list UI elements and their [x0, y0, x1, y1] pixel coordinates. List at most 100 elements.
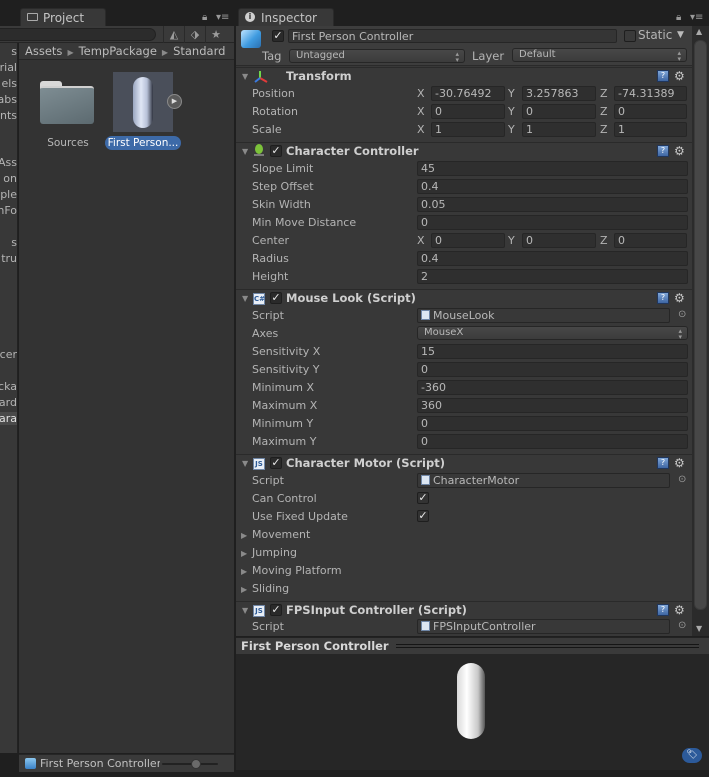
gear-icon[interactable]: ⚙ [674, 70, 685, 82]
help-book-icon[interactable]: ? [657, 604, 669, 616]
tree-item[interactable]: s [11, 236, 17, 249]
tree-item[interactable]: cka [0, 380, 17, 393]
tree-item[interactable]: nFo [0, 204, 17, 217]
foldout-collapsed-icon[interactable]: ▶ [241, 549, 247, 558]
object-picker-icon[interactable]: ⊙ [678, 309, 686, 320]
tree-item[interactable]: icer [0, 348, 17, 361]
gear-icon[interactable]: ⚙ [674, 457, 685, 469]
tree-item[interactable]: dard [0, 396, 17, 409]
undefined-z-field[interactable]: 1 [614, 122, 687, 137]
enabled-checkbox[interactable]: ✓ [270, 604, 282, 616]
sensitivity-x-field[interactable]: 15 [417, 344, 688, 359]
maximum-x-field[interactable]: 360 [417, 398, 688, 413]
skin-width-field[interactable]: 0.05 [417, 197, 688, 212]
min-move-distance-field[interactable]: 0 [417, 215, 688, 230]
character-controller-header[interactable]: ▼ ✓ Character Controller ? ⚙ [236, 142, 692, 160]
tree-item[interactable]: abs [0, 93, 17, 106]
transform-header[interactable]: ▼ Transform ? ⚙ [236, 67, 692, 85]
tree-item[interactable]: Ass [0, 156, 17, 169]
tab-project[interactable]: Project [20, 8, 106, 27]
tree-item[interactable]: s [11, 45, 17, 58]
help-book-icon[interactable]: ? [657, 292, 669, 304]
tree-item[interactable]: nts [0, 109, 17, 122]
slope-limit-field[interactable]: 45 [417, 161, 688, 176]
mouse-look-header[interactable]: ▼ C# ✓ Mouse Look (Script) ? ⚙ [236, 289, 692, 307]
foldout-collapsed-icon[interactable]: ▶ [241, 585, 247, 594]
undefined-x-field[interactable]: 0 [431, 104, 505, 119]
foldout-collapsed-icon[interactable]: ▶ [241, 531, 247, 540]
foldout-collapsed-icon[interactable]: ▶ [241, 567, 247, 576]
zoom-slider[interactable] [162, 759, 218, 769]
zoom-slider-thumb[interactable] [190, 759, 201, 769]
axes-dropdown[interactable]: MouseX ▴ ▾ [417, 326, 688, 341]
foldout-expanded-icon[interactable]: ▼ [242, 294, 248, 303]
script-object-field[interactable]: FPSInputController [417, 619, 670, 634]
tab-inspector[interactable]: i Inspector [238, 8, 334, 27]
help-book-icon[interactable]: ? [657, 70, 669, 82]
panel-menu-icon[interactable]: ▾≡ [216, 12, 229, 23]
tree-item[interactable]: els [1, 77, 17, 90]
scroll-down-arrow-icon[interactable]: ▼ [696, 624, 702, 633]
preview-viewport[interactable]: 🏷︎ [236, 654, 709, 770]
enabled-checkbox[interactable]: ✓ [270, 145, 282, 157]
gear-icon[interactable]: ⚙ [674, 604, 685, 616]
undefined-x-field[interactable]: -30.76492 [431, 86, 505, 101]
foldout-moving-platform[interactable]: Moving Platform [252, 564, 342, 577]
character-motor-header[interactable]: ▼ JS ✓ Character Motor (Script) ? ⚙ [236, 454, 692, 472]
undefined-y-field[interactable]: 1 [522, 122, 596, 137]
asset-labels-tag-icon[interactable]: 🏷︎ [682, 748, 702, 763]
help-book-icon[interactable]: ? [657, 145, 669, 157]
scroll-up-arrow-icon[interactable]: ▲ [696, 27, 702, 36]
filter-by-label-icon[interactable]: ⬗ [184, 26, 205, 43]
asset-sources[interactable] [39, 81, 95, 125]
foldout-expanded-icon[interactable]: ▼ [242, 606, 248, 615]
undefined-y-field[interactable]: 0 [522, 104, 596, 119]
undefined-y-field[interactable]: 0 [522, 233, 596, 248]
asset-first-person-controller[interactable] [113, 72, 173, 132]
help-book-icon[interactable]: ? [657, 457, 669, 469]
undefined-y-field[interactable]: 3.257863 [522, 86, 596, 101]
use-fixed-update-checkbox[interactable]: ✓ [417, 510, 429, 522]
static-checkbox[interactable] [624, 30, 636, 42]
lock-icon[interactable]: 🔒︎ [676, 12, 681, 23]
layer-dropdown[interactable]: Default ▴ ▾ [512, 48, 687, 63]
tree-item[interactable]: tru [1, 252, 17, 265]
sensitivity-y-field[interactable]: 0 [417, 362, 688, 377]
breadcrumb-item[interactable]: TempPackage [79, 44, 157, 58]
script-object-field[interactable]: MouseLook [417, 308, 670, 323]
breadcrumb-item[interactable]: Standard [173, 44, 225, 58]
scrollbar-thumb[interactable] [694, 40, 707, 610]
object-picker-icon[interactable]: ⊙ [678, 620, 686, 631]
panel-menu-icon[interactable]: ▾≡ [690, 12, 703, 23]
step-offset-field[interactable]: 0.4 [417, 179, 688, 194]
foldout-jumping[interactable]: Jumping [252, 546, 297, 559]
script-object-field[interactable]: CharacterMotor [417, 473, 670, 488]
gameobject-cube-icon[interactable] [241, 30, 261, 48]
tree-item[interactable]: ple [0, 188, 17, 201]
undefined-x-field[interactable]: 1 [431, 122, 505, 137]
foldout-expanded-icon[interactable]: ▼ [242, 72, 248, 81]
filter-by-type-icon[interactable]: ◭ [163, 26, 184, 43]
can-control-checkbox[interactable]: ✓ [417, 492, 429, 504]
enabled-checkbox[interactable]: ✓ [270, 457, 282, 469]
object-name-field[interactable]: First Person Controller [288, 29, 617, 43]
object-picker-icon[interactable]: ⊙ [678, 474, 686, 485]
undefined-z-field[interactable]: -74.31389 [614, 86, 687, 101]
undefined-z-field[interactable]: 0 [614, 104, 687, 119]
breadcrumb-item[interactable]: Assets [25, 44, 62, 58]
foldout-expanded-icon[interactable]: ▼ [242, 459, 248, 468]
tree-item[interactable]: rial [0, 61, 17, 74]
tree-item[interactable]: on [3, 172, 17, 185]
foldout-expanded-icon[interactable]: ▼ [242, 147, 248, 156]
minimum-y-field[interactable]: 0 [417, 416, 688, 431]
expand-prefab-play-icon[interactable]: ▶ [167, 94, 182, 109]
gear-icon[interactable]: ⚙ [674, 145, 685, 157]
preview-drag-handle[interactable] [396, 644, 699, 648]
lock-icon[interactable]: 🔒︎ [202, 12, 207, 23]
radius-field[interactable]: 0.4 [417, 251, 688, 266]
enabled-checkbox[interactable]: ✓ [270, 292, 282, 304]
undefined-z-field[interactable]: 0 [614, 233, 687, 248]
fps-input-header[interactable]: ▼ JS ✓ FPSInput Controller (Script) ? ⚙ [236, 601, 692, 619]
favorites-star-icon[interactable]: ★ [205, 26, 226, 43]
foldout-sliding[interactable]: Sliding [252, 582, 289, 595]
